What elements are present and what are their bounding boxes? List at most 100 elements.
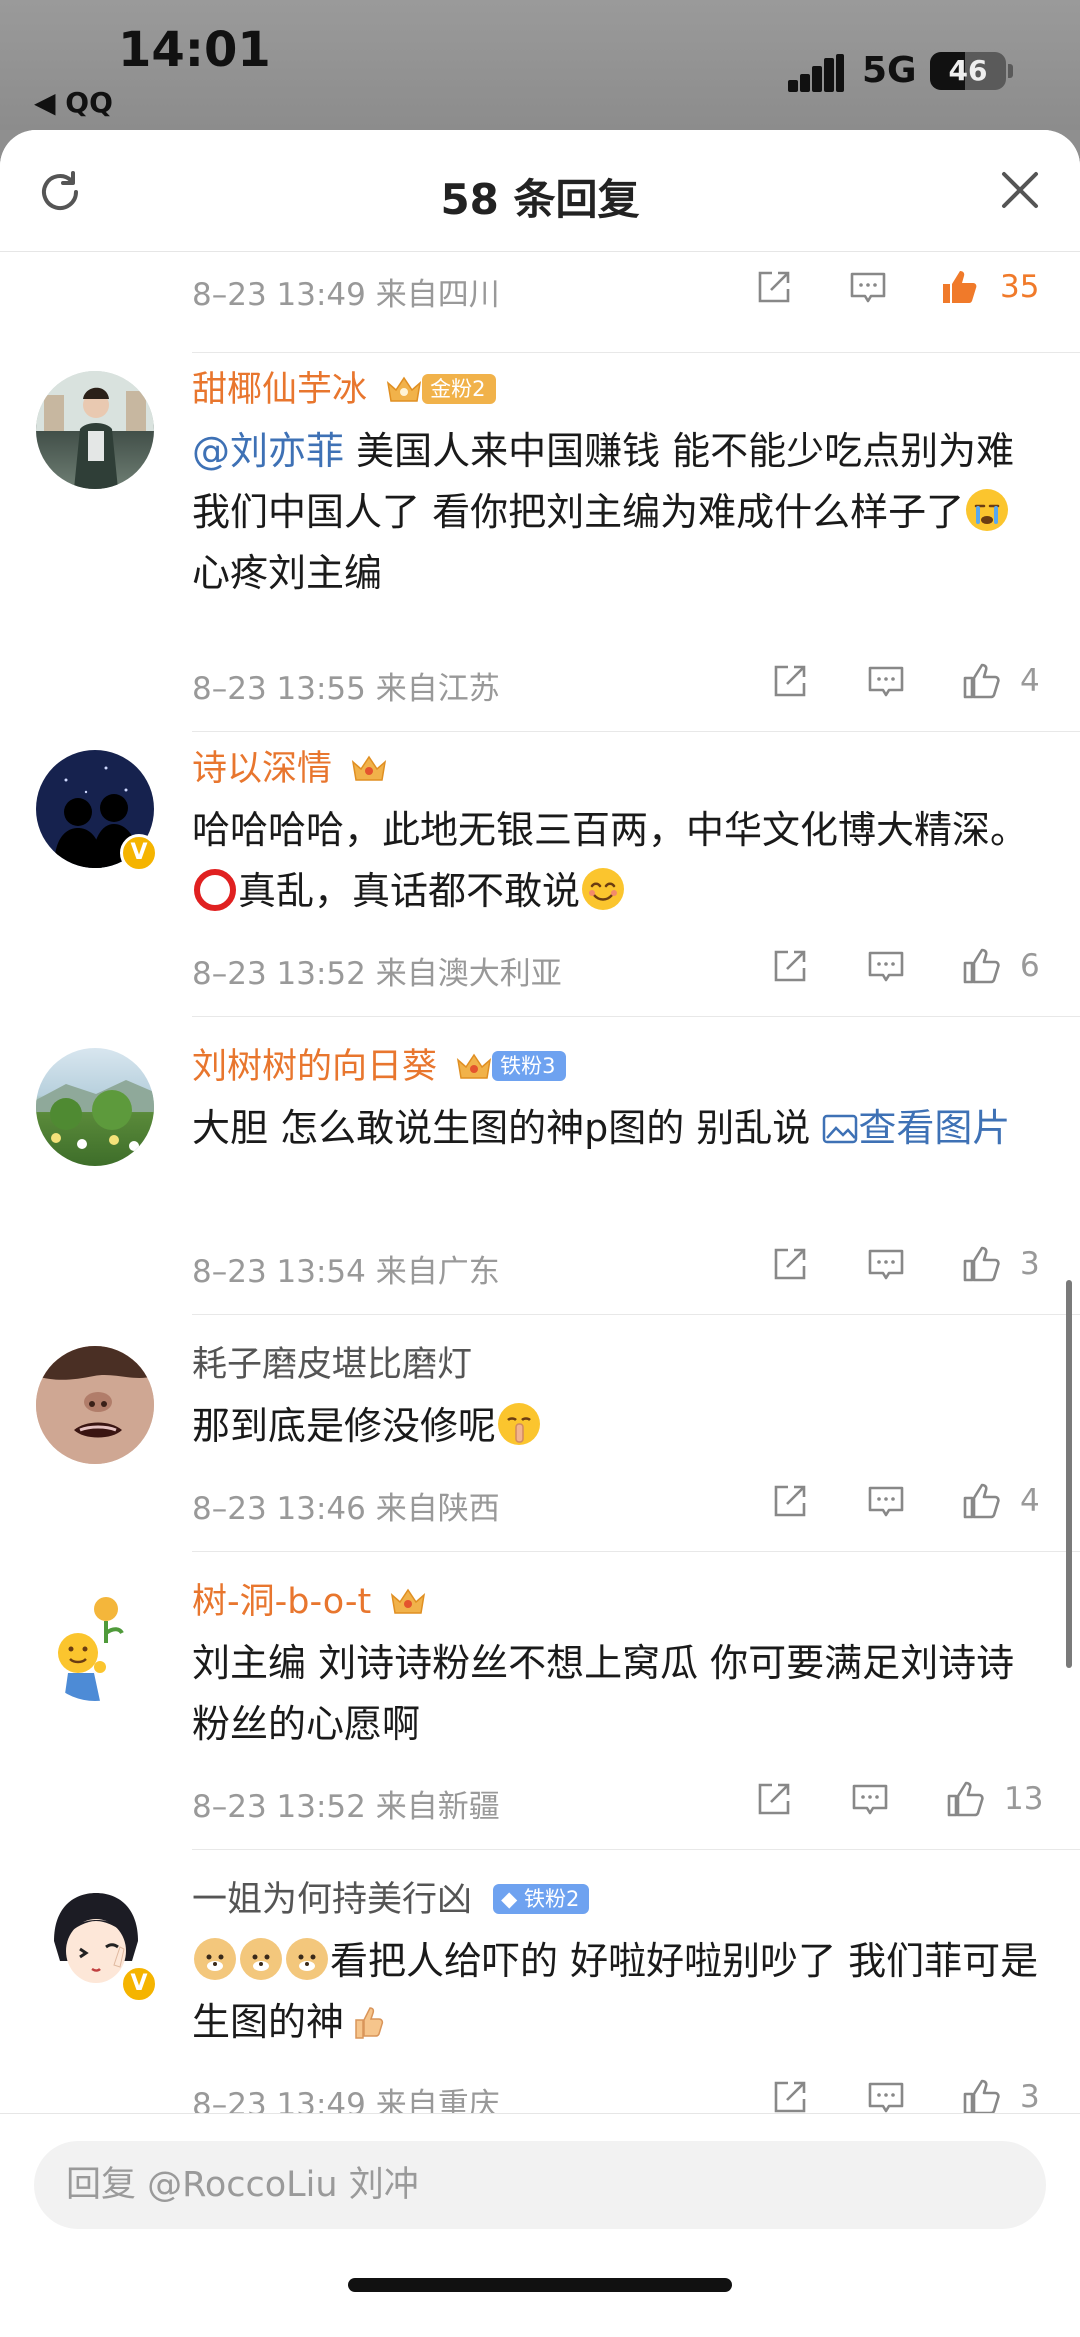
comment-icon[interactable] — [848, 1777, 892, 1821]
like-count: 4 — [1020, 663, 1040, 699]
reply-bar: 回复 @RoccoLiu 刘冲 — [0, 2113, 1080, 2337]
like-icon[interactable] — [944, 1777, 988, 1821]
comment-list[interactable]: 8–23 13:49 来自四川 35 甜椰仙芋冰 金粉2 @刘亦菲 美国人来中国… — [0, 253, 1080, 2113]
red-circle-icon — [194, 869, 236, 911]
comment-text: @刘亦菲 美国人来中国赚钱 能不能少吃点别为难我们中国人了 看你把刘主编为难成什… — [192, 429, 1015, 595]
comment-text: 看把人给吓的 好啦好啦别吵了 我们菲可是生图的神 — [192, 1938, 1039, 2044]
divider — [192, 1551, 1080, 1552]
comment-username[interactable]: 甜椰仙芋冰 金粉2 — [192, 365, 1040, 415]
avatar[interactable] — [36, 1346, 154, 1464]
comment-icon[interactable] — [864, 2075, 908, 2113]
network-type: 5G — [862, 50, 917, 91]
comment-username[interactable]: 诗以深情 — [192, 744, 1040, 794]
avatar[interactable] — [36, 1048, 154, 1166]
like-count: 4 — [1020, 1483, 1040, 1519]
like-count: 6 — [1020, 948, 1040, 984]
crying-emoji-icon — [966, 489, 1009, 531]
image-icon — [823, 1114, 858, 1144]
like-icon[interactable] — [960, 659, 1004, 703]
comment-icon[interactable] — [864, 1242, 908, 1286]
comment-meta-text: 8–23 13:49 来自重庆 — [192, 2087, 500, 2113]
smiling-emoji-icon — [582, 868, 625, 910]
comment-icon[interactable] — [846, 265, 890, 309]
divider — [192, 352, 1080, 353]
like-icon-liked[interactable] — [938, 265, 982, 309]
scrollbar[interactable] — [1066, 1280, 1072, 1668]
comment-meta: 8–23 13:55 来自江苏 4 — [192, 663, 1040, 707]
signal-icon — [788, 54, 846, 92]
shushing-emoji-icon — [498, 1403, 541, 1445]
share-icon[interactable] — [752, 1777, 796, 1821]
comment-text: 哈哈哈哈，此地无银三百两，中华文化博大精深。真乱，真话都不敢说 — [192, 808, 1029, 913]
divider — [192, 1849, 1080, 1850]
comment-meta: 8–23 13:46 来自陕西 4 — [192, 1483, 1040, 1527]
comment-meta-text: 8–23 13:52 来自澳大利亚 — [192, 956, 562, 992]
comment-icon[interactable] — [864, 1479, 908, 1523]
comment-meta-text: 8–23 13:46 来自陕西 — [192, 1491, 500, 1527]
share-icon[interactable] — [752, 265, 796, 309]
comment-meta-text: 8–23 13:52 来自新疆 — [192, 1789, 500, 1825]
comment-meta: 8–23 13:49 来自四川 35 — [192, 269, 1040, 313]
comment-text: 那到底是修没修呢 — [192, 1396, 1040, 1457]
comment-icon[interactable] — [864, 659, 908, 703]
share-icon[interactable] — [768, 1479, 812, 1523]
comment-username[interactable]: 耗子磨皮堪比磨灯 — [192, 1340, 1040, 1390]
share-icon[interactable] — [768, 944, 812, 988]
doge-emoji-icon — [240, 1938, 282, 1980]
fan-badge: 金粉2 — [422, 374, 496, 404]
battery-tip — [1008, 64, 1013, 78]
like-count: 13 — [1004, 1781, 1044, 1817]
fan-badge: 铁粉3 — [492, 1051, 566, 1081]
verified-icon: V — [120, 834, 158, 872]
comment-text: 大胆 怎么敢说生图的神p图的 别乱说 查看图片 — [192, 1106, 1011, 1150]
divider — [192, 1314, 1080, 1315]
back-to-qq-link[interactable]: ◀ QQ — [34, 86, 113, 119]
divider — [192, 731, 1080, 732]
battery-level: 46 — [948, 54, 988, 87]
close-icon[interactable] — [1000, 170, 1040, 210]
like-icon[interactable] — [960, 2075, 1004, 2113]
avatar[interactable] — [36, 1583, 154, 1701]
share-icon[interactable] — [768, 2075, 812, 2113]
comment-username[interactable]: 刘树树的向日葵 铁粉3 — [192, 1042, 1040, 1092]
crown-icon — [391, 1588, 426, 1614]
comment-meta-text: 8–23 13:49 来自四川 — [192, 277, 500, 313]
comment-meta: 8–23 13:52 来自新疆 13 — [192, 1781, 1044, 1825]
avatar[interactable] — [36, 371, 154, 489]
comment-icon[interactable] — [864, 944, 908, 988]
comment-meta: 8–23 13:49 来自重庆 3 — [192, 2079, 1040, 2113]
crown-icon — [457, 1053, 492, 1079]
divider — [192, 1016, 1080, 1017]
like-count: 35 — [1000, 269, 1040, 305]
crown-icon — [387, 376, 422, 402]
sheet-title: 58 条回复 — [440, 175, 640, 224]
view-image-link[interactable]: 查看图片 — [858, 1106, 1010, 1150]
like-count: 3 — [1020, 1246, 1040, 1282]
comment-username[interactable]: 树-洞-b-o-t — [192, 1577, 1040, 1627]
comment-meta-text: 8–23 13:55 来自江苏 — [192, 671, 500, 707]
thumbs-up-emoji-icon — [346, 1999, 388, 2041]
mention-link[interactable]: @刘亦菲 — [192, 429, 344, 473]
status-bar: 14:01 ◀ QQ 5G 46 — [0, 0, 1080, 130]
like-icon[interactable] — [960, 1242, 1004, 1286]
doge-emoji-icon — [194, 1938, 236, 1980]
home-indicator[interactable] — [348, 2278, 732, 2292]
comment-text: 刘主编 刘诗诗粉丝不想上窝瓜 你可要满足刘诗诗粉丝的心愿啊 — [192, 1641, 1015, 1746]
like-icon[interactable] — [960, 944, 1004, 988]
comment-username[interactable]: 一姐为何持美行凶 ◆ 铁粉2 — [192, 1875, 1040, 1925]
comment-meta: 8–23 13:54 来自广东 3 — [192, 1246, 1040, 1290]
replies-sheet: 58 条回复 8–23 13:49 来自四川 35 甜椰仙芋冰 金粉2 @刘亦菲… — [0, 130, 1080, 2337]
share-icon[interactable] — [768, 659, 812, 703]
status-time: 14:01 — [118, 22, 271, 78]
doge-emoji-icon — [286, 1938, 328, 1980]
comment-meta-text: 8–23 13:54 来自广东 — [192, 1254, 500, 1290]
comment-meta: 8–23 13:52 来自澳大利亚 6 — [192, 948, 1040, 992]
fan-badge: ◆ 铁粉2 — [493, 1884, 590, 1914]
reply-input[interactable]: 回复 @RoccoLiu 刘冲 — [34, 2141, 1046, 2229]
share-icon[interactable] — [768, 1242, 812, 1286]
crown-icon — [352, 755, 387, 781]
like-count: 3 — [1020, 2079, 1040, 2113]
like-icon[interactable] — [960, 1479, 1004, 1523]
battery-icon: 46 — [930, 52, 1006, 90]
verified-icon: V — [120, 1965, 158, 2003]
